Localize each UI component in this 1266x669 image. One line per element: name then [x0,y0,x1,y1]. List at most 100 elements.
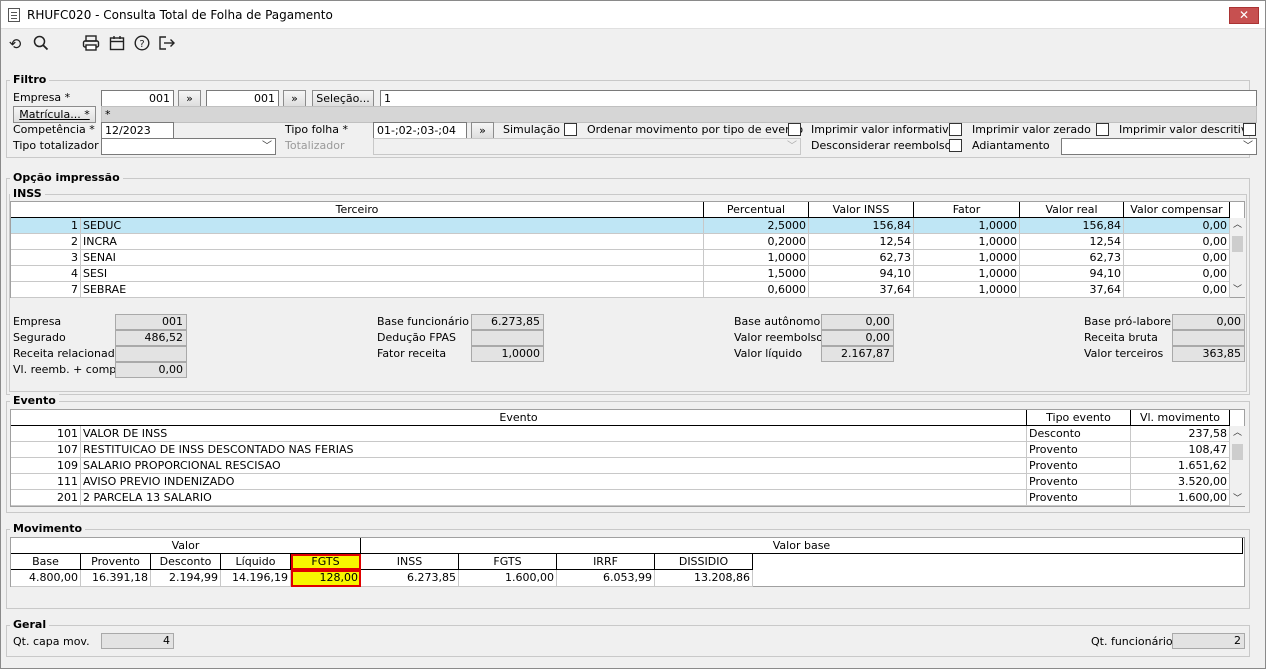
scroll-up-icon[interactable]: ︿ [1230,426,1245,440]
desconsiderar-label: Desconsiderar reembolso [811,139,952,152]
col-inss-base[interactable]: INSS [361,554,459,570]
filtro-title: Filtro [10,73,50,86]
table-cell: SENAI [81,250,704,266]
table-cell: SEDUC [81,218,704,234]
calendar-icon[interactable] [108,35,126,53]
scroll-up-icon[interactable]: ︿ [1230,218,1245,232]
valor-liquido-label: Valor líquido [734,347,803,360]
col-liquido[interactable]: Líquido [221,554,291,570]
qt-capa-label: Qt. capa mov. [13,635,90,648]
evento-scrollbar[interactable]: ︿ ﹀ [1230,426,1245,506]
col-dissidio-base[interactable]: DISSIDIO [655,554,753,570]
selecao-input[interactable]: 1 [380,90,1257,107]
ordenar-label: Ordenar movimento por tipo de evento [587,123,804,136]
table-cell: 37,64 [809,282,914,298]
movimento-liquido-value: 14.196,19 [221,570,291,587]
table-cell: 4 [11,266,81,282]
col-percentual[interactable]: Percentual [704,202,809,217]
table-cell: 2 PARCELA 13 SALARIO [81,490,1027,506]
close-button[interactable]: ✕ [1229,7,1259,24]
col-valor-inss[interactable]: Valor INSS [809,202,914,217]
table-cell: 1,0000 [914,218,1020,234]
movimento-fgts-value: 128,00 [291,570,361,587]
print-icon[interactable] [82,35,100,53]
table-cell: 7 [11,282,81,298]
exit-icon[interactable] [158,35,176,53]
fator-receita-label: Fator receita [377,347,447,360]
table-row[interactable]: 3 SENAI 1,0000 62,73 1,0000 62,73 0,00 [11,250,1230,266]
valor-reembolso-value: 0,00 [821,330,894,346]
empresa-from-input[interactable]: 001 [101,90,174,107]
inss-title: INSS [10,187,45,200]
col-desconto[interactable]: Desconto [151,554,221,570]
tipo-folha-label: Tipo folha * [285,123,349,136]
simulacao-checkbox[interactable] [564,123,577,136]
competencia-label: Competência * [13,123,95,136]
col-tipo-evento[interactable]: Tipo evento [1027,410,1131,425]
col-fator[interactable]: Fator [914,202,1020,217]
tipo-folha-input[interactable]: 01-;02-;03-;04 [373,122,467,139]
table-row[interactable]: 2 INCRA 0,2000 12,54 1,0000 12,54 0,00 [11,234,1230,250]
evento-grid[interactable]: Evento Tipo evento Vl. movimento 101 VALO… [10,409,1245,507]
ordenar-checkbox[interactable] [788,123,801,136]
inss-scrollbar[interactable]: ︿ ﹀ [1230,218,1245,297]
desconsiderar-checkbox[interactable] [949,139,962,152]
imprimir-informativo-label: Imprimir valor informativo [811,123,956,136]
tipo-folha-button[interactable]: » [471,122,494,139]
empresa-to-button[interactable]: » [283,90,306,107]
col-provento[interactable]: Provento [81,554,151,570]
receita-relacionada-label: Receita relacionada [13,347,122,360]
help-icon[interactable]: ? [133,35,151,53]
toolbar: ⟲ ? [1,31,1265,59]
table-row[interactable]: 107 RESTITUICAO DE INSS DESCONTADO NAS FE… [11,442,1230,458]
scroll-down-icon[interactable]: ﹀ [1230,283,1245,297]
segurado-value: 486,52 [115,330,187,346]
competencia-input[interactable]: 12/2023 [101,122,174,139]
totalizador-select[interactable]: ﹀ [373,138,801,155]
segurado-label: Segurado [13,331,66,344]
inss-grid[interactable]: Terceiro Percentual Valor INSS Fator Val… [10,201,1245,298]
table-row[interactable]: 4 SESI 1,5000 94,10 1,0000 94,10 0,00 [11,266,1230,282]
table-row[interactable]: 111 AVISO PREVIO INDENIZADO Provento 3.520,… [11,474,1230,490]
col-fgts-base[interactable]: FGTS [459,554,557,570]
tipo-totalizador-select[interactable]: ﹀ [101,138,276,155]
table-cell: 1,5000 [704,266,809,282]
empresa-range-button[interactable]: » [178,90,201,107]
search-icon[interactable] [32,35,50,53]
simulacao-label: Simulação [503,123,561,136]
adiantamento-select[interactable]: ﹀ [1061,138,1257,155]
col-terceiro[interactable]: Terceiro [11,202,704,217]
refresh-icon[interactable]: ⟲ [6,35,24,53]
scroll-down-icon[interactable]: ﹀ [1230,492,1245,506]
empresa-to-input[interactable]: 001 [206,90,279,107]
scroll-thumb[interactable] [1232,444,1243,460]
table-row[interactable]: 7 SEBRAE 0,6000 37,64 1,0000 37,64 0,00 [11,282,1230,298]
movimento-base-value: 4.800,00 [11,570,81,587]
table-cell: 1,0000 [914,266,1020,282]
col-valor-compensar[interactable]: Valor compensar [1124,202,1230,217]
table-row[interactable]: 101 VALOR DE INSS Desconto 237,58 [11,426,1230,442]
col-evento[interactable]: Evento [11,410,1027,425]
matricula-input[interactable]: * [101,106,1257,123]
deducao-fpas-label: Dedução FPAS [377,331,456,344]
col-base[interactable]: Base [11,554,81,570]
movimento-irrf-base-value: 6.053,99 [557,570,655,587]
imprimir-descritivo-checkbox[interactable] [1243,123,1256,136]
col-vl-movimento[interactable]: Vl. movimento [1131,410,1230,425]
table-row[interactable]: 1 SEDUC 2,5000 156,84 1,0000 156,84 0,00 [11,218,1230,234]
col-fgts[interactable]: FGTS [291,554,361,570]
scroll-thumb[interactable] [1232,236,1243,252]
evento-grid-header: Evento Tipo evento Vl. movimento [11,410,1230,426]
table-cell: 0,6000 [704,282,809,298]
table-row[interactable]: 109 SALARIO PROPORCIONAL RESCISAO Provento… [11,458,1230,474]
title-bar: RHUFC020 - Consulta Total de Folha de Pa… [1,1,1265,29]
table-row[interactable]: 201 2 PARCELA 13 SALARIO Provento 1.600,00 [11,490,1230,506]
imprimir-informativo-checkbox[interactable] [949,123,962,136]
col-valor-real[interactable]: Valor real [1020,202,1124,217]
chevron-down-icon: ﹀ [787,141,797,152]
movimento-grid[interactable]: Valor Valor base Base 4.800,00 Provento 16.… [10,537,1245,587]
matricula-button[interactable]: Matrícula... * [13,106,96,123]
col-irrf-base[interactable]: IRRF [557,554,655,570]
selecao-button[interactable]: Seleção... [312,90,374,107]
imprimir-zerado-checkbox[interactable] [1096,123,1109,136]
